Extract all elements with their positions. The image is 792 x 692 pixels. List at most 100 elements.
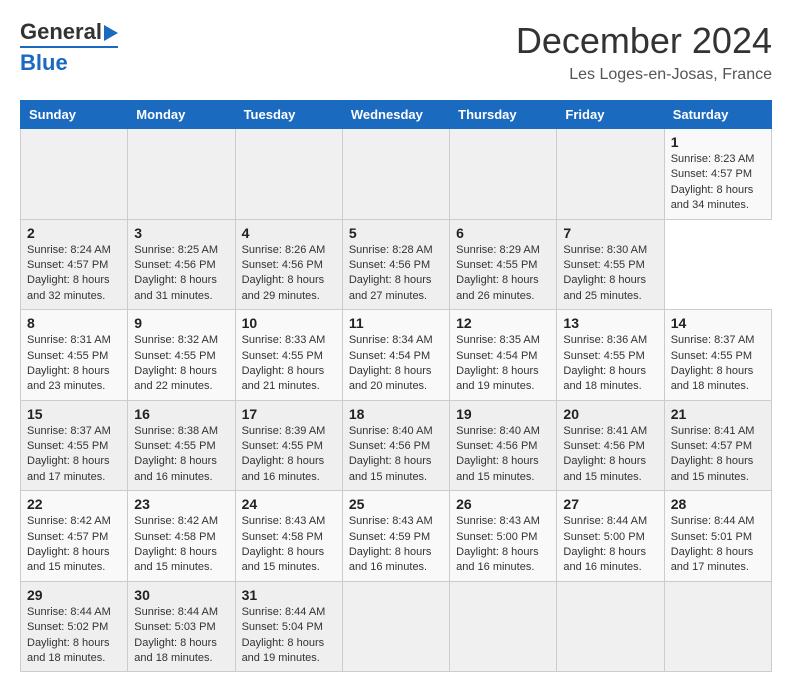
- daylight: Daylight: 8 hours and 26 minutes.: [456, 273, 550, 304]
- daylight: Daylight: 8 hours and 15 minutes.: [563, 454, 657, 485]
- sunrise: Sunrise: 8:37 AM: [671, 333, 765, 348]
- sunset: Sunset: 4:55 PM: [134, 349, 228, 364]
- logo-blue: Blue: [20, 50, 68, 76]
- daylight: Daylight: 8 hours and 15 minutes.: [242, 545, 336, 576]
- calendar-day-cell: 1 Sunrise: 8:23 AM Sunset: 4:57 PM Dayli…: [664, 129, 771, 220]
- sunset: Sunset: 5:00 PM: [563, 530, 657, 545]
- sunrise: Sunrise: 8:32 AM: [134, 333, 228, 348]
- subtitle: Les Loges-en-Josas, France: [516, 66, 772, 84]
- dow-header: Sunday: [21, 101, 128, 129]
- day-detail: Sunrise: 8:42 AM Sunset: 4:58 PM Dayligh…: [134, 514, 228, 576]
- day-number: 24: [242, 496, 336, 512]
- sunset: Sunset: 4:57 PM: [27, 258, 121, 273]
- day-detail: Sunrise: 8:41 AM Sunset: 4:56 PM Dayligh…: [563, 424, 657, 486]
- day-number: 29: [27, 587, 121, 603]
- sunrise: Sunrise: 8:25 AM: [134, 243, 228, 258]
- sunrise: Sunrise: 8:23 AM: [671, 152, 765, 167]
- calendar-day-cell: 8 Sunrise: 8:31 AM Sunset: 4:55 PM Dayli…: [21, 310, 128, 401]
- sunset: Sunset: 4:59 PM: [349, 530, 443, 545]
- day-number: 3: [134, 225, 228, 241]
- day-number: 17: [242, 406, 336, 422]
- daylight: Daylight: 8 hours and 18 minutes.: [134, 636, 228, 667]
- sunrise: Sunrise: 8:42 AM: [27, 514, 121, 529]
- sunrise: Sunrise: 8:26 AM: [242, 243, 336, 258]
- daylight: Daylight: 8 hours and 19 minutes.: [242, 636, 336, 667]
- dow-header: Friday: [557, 101, 664, 129]
- sunrise: Sunrise: 8:34 AM: [349, 333, 443, 348]
- day-detail: Sunrise: 8:23 AM Sunset: 4:57 PM Dayligh…: [671, 152, 765, 214]
- calendar-day-cell: 13 Sunrise: 8:36 AM Sunset: 4:55 PM Dayl…: [557, 310, 664, 401]
- daylight: Daylight: 8 hours and 15 minutes.: [671, 454, 765, 485]
- day-number: 7: [563, 225, 657, 241]
- daylight: Daylight: 8 hours and 15 minutes.: [456, 454, 550, 485]
- calendar-day-cell: [557, 129, 664, 220]
- day-number: 15: [27, 406, 121, 422]
- calendar-body: 1 Sunrise: 8:23 AM Sunset: 4:57 PM Dayli…: [21, 129, 772, 672]
- logo-text: General: [20, 20, 118, 44]
- sunrise: Sunrise: 8:33 AM: [242, 333, 336, 348]
- day-number: 1: [671, 134, 765, 150]
- day-detail: Sunrise: 8:37 AM Sunset: 4:55 PM Dayligh…: [671, 333, 765, 395]
- calendar-day-cell: [342, 129, 449, 220]
- sunset: Sunset: 4:55 PM: [242, 349, 336, 364]
- dow-header: Thursday: [450, 101, 557, 129]
- day-detail: Sunrise: 8:44 AM Sunset: 5:03 PM Dayligh…: [134, 605, 228, 667]
- calendar-day-cell: 4 Sunrise: 8:26 AM Sunset: 4:56 PM Dayli…: [235, 219, 342, 310]
- calendar-day-cell: 28 Sunrise: 8:44 AM Sunset: 5:01 PM Dayl…: [664, 491, 771, 582]
- logo: General Blue: [20, 20, 118, 76]
- sunset: Sunset: 4:57 PM: [671, 439, 765, 454]
- dow-header: Wednesday: [342, 101, 449, 129]
- sunset: Sunset: 5:00 PM: [456, 530, 550, 545]
- sunset: Sunset: 4:58 PM: [134, 530, 228, 545]
- sunset: Sunset: 4:55 PM: [563, 349, 657, 364]
- day-detail: Sunrise: 8:43 AM Sunset: 5:00 PM Dayligh…: [456, 514, 550, 576]
- sunset: Sunset: 4:56 PM: [242, 258, 336, 273]
- day-number: 5: [349, 225, 443, 241]
- sunrise: Sunrise: 8:44 AM: [242, 605, 336, 620]
- title-block: December 2024 Les Loges-en-Josas, France: [516, 20, 772, 84]
- sunrise: Sunrise: 8:40 AM: [456, 424, 550, 439]
- daylight: Daylight: 8 hours and 15 minutes.: [134, 545, 228, 576]
- calendar-day-cell: 18 Sunrise: 8:40 AM Sunset: 4:56 PM Dayl…: [342, 400, 449, 491]
- day-detail: Sunrise: 8:43 AM Sunset: 4:58 PM Dayligh…: [242, 514, 336, 576]
- day-number: 14: [671, 315, 765, 331]
- day-detail: Sunrise: 8:40 AM Sunset: 4:56 PM Dayligh…: [456, 424, 550, 486]
- sunrise: Sunrise: 8:42 AM: [134, 514, 228, 529]
- calendar-week-row: 22 Sunrise: 8:42 AM Sunset: 4:57 PM Dayl…: [21, 491, 772, 582]
- day-number: 31: [242, 587, 336, 603]
- sunrise: Sunrise: 8:38 AM: [134, 424, 228, 439]
- day-detail: Sunrise: 8:32 AM Sunset: 4:55 PM Dayligh…: [134, 333, 228, 395]
- calendar-day-cell: 7 Sunrise: 8:30 AM Sunset: 4:55 PM Dayli…: [557, 219, 664, 310]
- sunset: Sunset: 4:57 PM: [671, 167, 765, 182]
- calendar-week-row: 1 Sunrise: 8:23 AM Sunset: 4:57 PM Dayli…: [21, 129, 772, 220]
- sunset: Sunset: 5:04 PM: [242, 620, 336, 635]
- sunset: Sunset: 5:01 PM: [671, 530, 765, 545]
- day-number: 10: [242, 315, 336, 331]
- calendar-day-cell: 31 Sunrise: 8:44 AM Sunset: 5:04 PM Dayl…: [235, 581, 342, 672]
- main-title: December 2024: [516, 20, 772, 62]
- sunset: Sunset: 4:55 PM: [27, 349, 121, 364]
- day-detail: Sunrise: 8:44 AM Sunset: 5:01 PM Dayligh…: [671, 514, 765, 576]
- daylight: Daylight: 8 hours and 31 minutes.: [134, 273, 228, 304]
- calendar-week-row: 29 Sunrise: 8:44 AM Sunset: 5:02 PM Dayl…: [21, 581, 772, 672]
- daylight: Daylight: 8 hours and 29 minutes.: [242, 273, 336, 304]
- calendar-day-cell: 2 Sunrise: 8:24 AM Sunset: 4:57 PM Dayli…: [21, 219, 128, 310]
- day-detail: Sunrise: 8:26 AM Sunset: 4:56 PM Dayligh…: [242, 243, 336, 305]
- sunrise: Sunrise: 8:37 AM: [27, 424, 121, 439]
- day-number: 19: [456, 406, 550, 422]
- page-header: General Blue December 2024 Les Loges-en-…: [20, 20, 772, 84]
- sunrise: Sunrise: 8:40 AM: [349, 424, 443, 439]
- sunset: Sunset: 4:56 PM: [134, 258, 228, 273]
- day-number: 12: [456, 315, 550, 331]
- calendar-day-cell: 11 Sunrise: 8:34 AM Sunset: 4:54 PM Dayl…: [342, 310, 449, 401]
- calendar-day-cell: 26 Sunrise: 8:43 AM Sunset: 5:00 PM Dayl…: [450, 491, 557, 582]
- daylight: Daylight: 8 hours and 20 minutes.: [349, 364, 443, 395]
- calendar-day-cell: 10 Sunrise: 8:33 AM Sunset: 4:55 PM Dayl…: [235, 310, 342, 401]
- calendar-day-cell: 19 Sunrise: 8:40 AM Sunset: 4:56 PM Dayl…: [450, 400, 557, 491]
- day-number: 9: [134, 315, 228, 331]
- day-detail: Sunrise: 8:41 AM Sunset: 4:57 PM Dayligh…: [671, 424, 765, 486]
- calendar-day-cell: 5 Sunrise: 8:28 AM Sunset: 4:56 PM Dayli…: [342, 219, 449, 310]
- calendar-day-cell: 24 Sunrise: 8:43 AM Sunset: 4:58 PM Dayl…: [235, 491, 342, 582]
- daylight: Daylight: 8 hours and 16 minutes.: [349, 545, 443, 576]
- dow-header: Monday: [128, 101, 235, 129]
